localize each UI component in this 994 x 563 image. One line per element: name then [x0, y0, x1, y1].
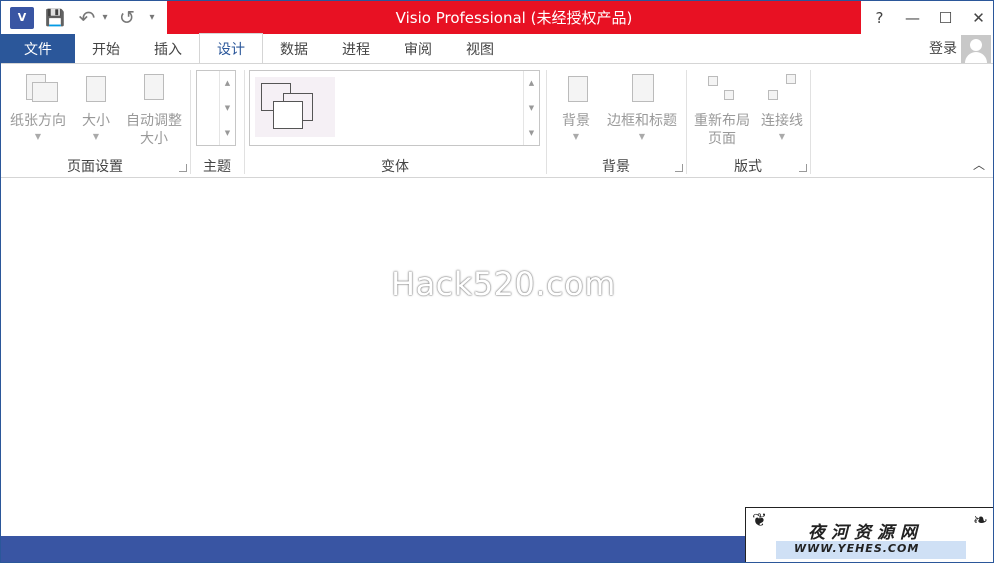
tab-insert[interactable]: 插入 — [137, 34, 199, 63]
minimize-button[interactable]: — — [896, 1, 929, 34]
window-title-text: Visio Professional (未经授权产品) — [395, 9, 633, 27]
relayout-label-line1: 重新布局 — [694, 113, 750, 129]
tab-review[interactable]: 审阅 — [387, 34, 449, 63]
customize-qat-icon[interactable]: ▾ — [142, 1, 162, 34]
chevron-down-icon: ▼ — [572, 132, 580, 141]
themes-gallery[interactable]: ▲ ▼ ▼ — [196, 70, 236, 146]
dialog-launcher-icon[interactable] — [675, 164, 683, 172]
auto-size-label-line1: 自动调整 — [126, 113, 182, 129]
themes-group-label: 主题 — [203, 159, 231, 175]
tab-home[interactable]: 开始 — [75, 34, 137, 63]
undo-icon[interactable]: ↶ — [76, 1, 98, 34]
quick-access-toolbar: V 💾 ↶ ▾ ↺ ▾ — [1, 1, 162, 34]
watermark-text: Hack520.com — [391, 265, 616, 303]
ribbon: 纸张方向 ▼ 大小 ▼ 自动调整 大小 页面设置 ▲ ▼ ▼ 主题 ▲ ▼ ▼ … — [1, 63, 993, 178]
chevron-down-icon: ▼ — [778, 132, 786, 141]
save-icon[interactable]: 💾 — [34, 1, 76, 34]
collapse-ribbon-icon[interactable]: ︿ — [973, 156, 985, 173]
group-variants: ▲ ▼ ▼ 变体 — [245, 68, 545, 176]
chevron-down-icon: ▼ — [34, 132, 42, 141]
group-backgrounds: 背景 ▼ 边框和标题 ▼ 背景 — [547, 68, 685, 176]
page-size-icon — [78, 70, 114, 108]
badge-site-name: 夜河资源网 — [808, 523, 923, 543]
background-icon — [558, 70, 594, 108]
tab-design[interactable]: 设计 — [199, 33, 263, 63]
tab-file[interactable]: 文件 — [1, 34, 75, 63]
chevron-down-icon: ▼ — [92, 132, 100, 141]
variants-group-label: 变体 — [381, 159, 409, 175]
undo-dropdown-icon[interactable]: ▾ — [98, 1, 112, 34]
variants-gallery[interactable]: ▲ ▼ ▼ — [249, 70, 540, 146]
tab-data[interactable]: 数据 — [263, 34, 325, 63]
chevron-down-icon: ▼ — [638, 132, 646, 141]
backgrounds-group-label: 背景 — [602, 159, 630, 175]
orientation-label: 纸张方向 — [10, 113, 66, 129]
variant-thumbnail[interactable] — [255, 77, 335, 137]
layout-group-label: 版式 — [734, 159, 762, 175]
ornament-icon: ❦ — [752, 510, 768, 531]
background-label: 背景 — [562, 113, 590, 129]
badge-url: WWW.YEHES.COM — [794, 542, 920, 555]
themes-gallery-scroll[interactable]: ▲ ▼ ▼ — [219, 71, 235, 145]
size-button[interactable]: 大小 ▼ — [75, 70, 117, 142]
variants-gallery-scroll[interactable]: ▲ ▼ ▼ — [523, 71, 539, 145]
redo-icon[interactable]: ↺ — [112, 1, 142, 34]
drawing-canvas[interactable]: Hack520.com — [1, 179, 993, 536]
group-themes: ▲ ▼ ▼ 主题 — [191, 68, 243, 176]
relayout-icon — [704, 70, 740, 108]
borders-titles-button[interactable]: 边框和标题 ▼ — [601, 70, 683, 142]
ornament-icon: ❧ — [972, 510, 988, 531]
page-setup-group-label: 页面设置 — [67, 159, 123, 175]
ribbon-tabs: 文件 开始 插入 设计 数据 进程 审阅 视图 — [1, 33, 993, 63]
size-label: 大小 — [82, 113, 110, 129]
help-button[interactable]: ? — [863, 1, 896, 34]
connectors-icon — [764, 70, 800, 108]
connectors-button[interactable]: 连接线 ▼ — [757, 70, 807, 142]
title-bar: V 💾 ↶ ▾ ↺ ▾ Visio Professional (未经授权产品) … — [1, 1, 993, 34]
background-button[interactable]: 背景 ▼ — [555, 70, 597, 142]
group-divider — [810, 70, 811, 174]
orientation-icon — [20, 70, 58, 108]
tab-process[interactable]: 进程 — [325, 34, 387, 63]
visio-app-icon[interactable]: V — [10, 6, 34, 29]
site-badge: ❦ ❧ 夜河资源网 WWW.YEHES.COM — [745, 507, 993, 562]
visio-window: V 💾 ↶ ▾ ↺ ▾ Visio Professional (未经授权产品) … — [0, 0, 994, 563]
dialog-launcher-icon[interactable] — [179, 164, 187, 172]
relayout-label-line2: 页面 — [708, 131, 736, 147]
close-button[interactable]: ✕ — [962, 1, 993, 34]
group-page-setup: 纸张方向 ▼ 大小 ▼ 自动调整 大小 页面设置 — [1, 68, 189, 176]
auto-size-label-line2: 大小 — [140, 131, 168, 147]
auto-size-button[interactable]: 自动调整 大小 — [121, 70, 187, 148]
dialog-launcher-icon[interactable] — [799, 164, 807, 172]
orientation-button[interactable]: 纸张方向 ▼ — [6, 70, 70, 142]
borders-titles-label: 边框和标题 — [607, 113, 677, 129]
auto-size-icon — [136, 70, 172, 108]
group-layout: 重新布局 页面 连接线 ▼ 版式 — [687, 68, 809, 176]
window-controls: ? — ☐ ✕ — [863, 1, 993, 34]
borders-titles-icon — [624, 70, 660, 108]
maximize-button[interactable]: ☐ — [929, 1, 962, 34]
login-link[interactable]: 登录 — [929, 38, 957, 58]
window-title: Visio Professional (未经授权产品) — [167, 1, 861, 34]
tab-view[interactable]: 视图 — [449, 34, 511, 63]
relayout-page-button[interactable]: 重新布局 页面 — [689, 70, 755, 148]
user-avatar-icon[interactable] — [961, 35, 991, 64]
connectors-label: 连接线 — [761, 113, 803, 129]
